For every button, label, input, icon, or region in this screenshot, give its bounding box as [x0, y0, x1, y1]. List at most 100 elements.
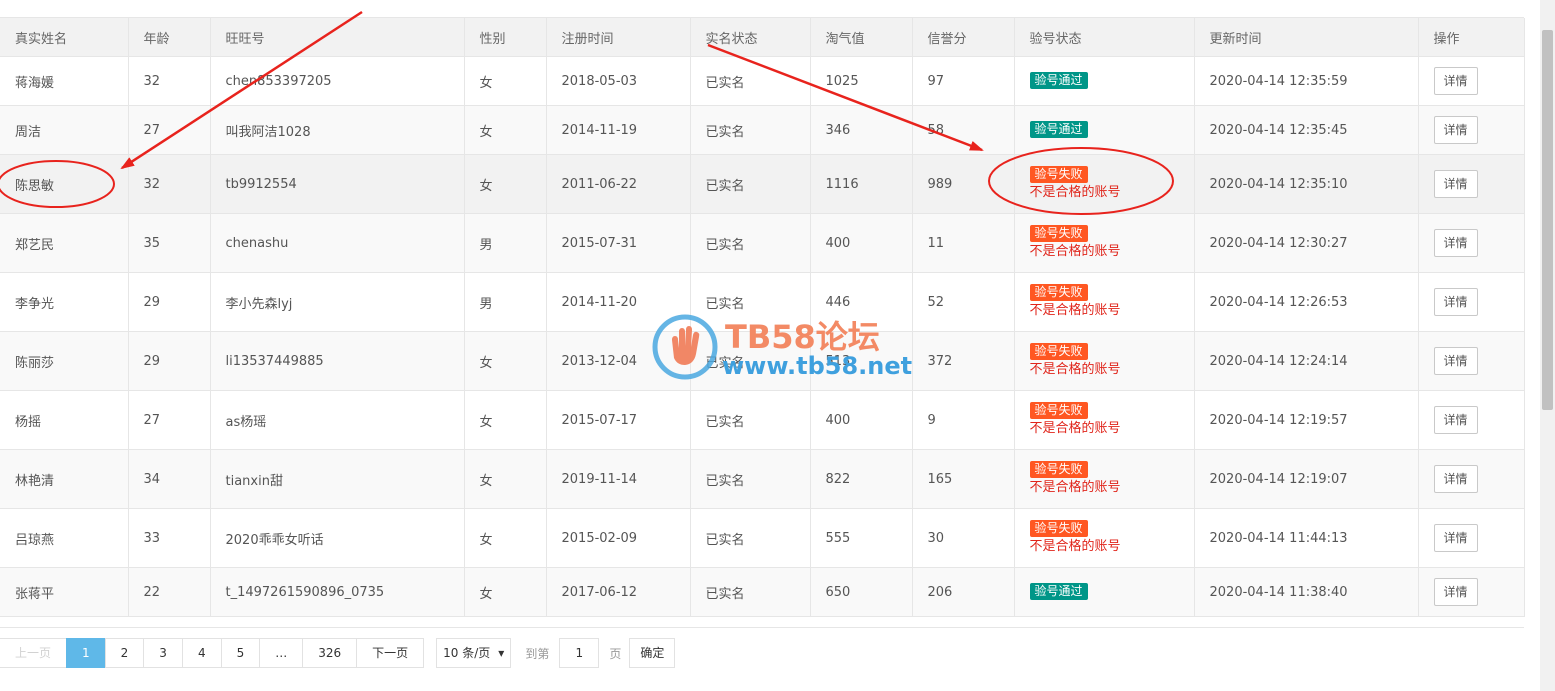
cell-taoqi: 555 — [810, 508, 913, 568]
cell-taoqi: 650 — [810, 567, 913, 617]
cell-name: 吕琼燕 — [0, 508, 129, 568]
cell-name: 李争光 — [0, 272, 129, 332]
table-row[interactable]: 周洁 27 叫我阿洁1028 女 2014-11-19 已实名 346 58 验号通过 2020-… — [0, 105, 1525, 155]
table-row[interactable]: 杨摇 27 as杨瑶女 2015-07-17 已实名 400 9 验号失败 不是合格的账号 202… — [0, 390, 1525, 450]
cell-credit: 165 — [912, 449, 1015, 509]
scrollbar-thumb[interactable] — [1542, 30, 1553, 410]
cell-status: 验号失败不是合格的账号 — [1014, 331, 1195, 391]
cell-action: 详情 — [1418, 331, 1525, 391]
col-header-credit[interactable]: 信誉分 — [912, 18, 1015, 57]
status-badge-fail: 验号失败 — [1029, 166, 1088, 183]
detail-button[interactable]: 详情 — [1433, 347, 1478, 375]
status-fail-reason: 不是合格的账号 — [1029, 362, 1121, 377]
cell-reg-time: 2019-11-14 — [546, 449, 691, 509]
status-badge-fail: 验号失败 — [1029, 343, 1088, 360]
page-button-5[interactable]: 5 — [220, 638, 261, 668]
status-fail-reason: 不是合格的账号 — [1029, 539, 1121, 554]
col-header-real-name[interactable]: 实名状态 — [690, 18, 811, 57]
cell-age: 22 — [128, 567, 211, 617]
status-badge-pass: 验号通过 — [1029, 121, 1088, 138]
detail-button[interactable]: 详情 — [1433, 116, 1478, 144]
cell-wangwang: as杨瑶 — [210, 390, 465, 450]
page-button-3[interactable]: 3 — [143, 638, 183, 668]
cell-credit: 989 — [912, 154, 1015, 214]
page-button-2[interactable]: 2 — [104, 638, 145, 668]
cell-gender: 女 — [464, 56, 547, 106]
cell-taoqi: 400 — [810, 390, 913, 450]
table-row[interactable]: 林艳清 34 tianxin甜女 2019-11-14 已实名 822 165 验号失败 不是合… — [0, 449, 1525, 509]
cell-taoqi: 1025 — [810, 56, 913, 106]
col-header-updated[interactable]: 更新时间 — [1194, 18, 1419, 57]
detail-button[interactable]: 详情 — [1433, 465, 1478, 493]
cell-real-name: 已实名 — [690, 105, 811, 155]
page-size-value: 10 条/页 — [443, 646, 491, 660]
cell-updated: 2020-04-14 12:35:10 — [1194, 154, 1419, 214]
col-header-age[interactable]: 年龄 — [128, 18, 211, 57]
pagination: 上一页 1 2 3 4 5 … 326 下一页 10 条/页 ▾ 到第 1 页 … — [0, 638, 676, 668]
page-button-1[interactable]: 1 — [66, 638, 106, 668]
col-header-status[interactable]: 验号状态 — [1014, 18, 1195, 57]
cell-updated: 2020-04-14 12:35:45 — [1194, 105, 1419, 155]
cell-action: 详情 — [1418, 449, 1525, 509]
col-header-reg-time[interactable]: 注册时间 — [546, 18, 691, 57]
cell-gender: 男 — [464, 213, 547, 273]
page-button-4[interactable]: 4 — [181, 638, 222, 668]
cell-age: 35 — [128, 213, 211, 273]
cell-status: 验号失败 不是合格的账号 — [1014, 390, 1195, 450]
cell-wangwang: li13537449885 — [210, 331, 465, 391]
detail-button[interactable]: 详情 — [1433, 170, 1478, 198]
status-badge-pass: 验号通过 — [1029, 583, 1088, 600]
cell-status: 验号失败 不是合格的账号 — [1014, 213, 1195, 273]
col-header-gender[interactable]: 性别 — [464, 18, 547, 57]
cell-age: 32 — [128, 56, 211, 106]
table-row[interactable]: 陈思敏 32 tb9912554 女 2011-06-22 已实名 1116 989 验号失败不… — [0, 154, 1525, 214]
cell-age: 34 — [128, 449, 211, 509]
detail-button[interactable]: 详情 — [1433, 524, 1478, 552]
status-fail-reason: 不是合格的账号 — [1029, 303, 1121, 318]
cell-gender: 男 — [464, 272, 547, 332]
goto-page-input[interactable]: 1 — [559, 638, 600, 668]
cell-reg-time: 2014-11-19 — [546, 105, 691, 155]
cell-name: 杨摇 — [0, 390, 129, 450]
table-row[interactable]: 吕琼燕 33 2020乖乖女听话女 2015-02-09 已实名 555 30 验号失败 不是合… — [0, 508, 1525, 568]
cell-updated: 2020-04-14 12:30:27 — [1194, 213, 1419, 273]
detail-button[interactable]: 详情 — [1433, 67, 1478, 95]
cell-gender: 女 — [464, 508, 547, 568]
cell-name: 林艳清 — [0, 449, 129, 509]
cell-status: 验号通过 — [1014, 56, 1195, 106]
cell-taoqi: 1116 — [810, 154, 913, 214]
detail-button[interactable]: 详情 — [1433, 406, 1478, 434]
status-badge-fail: 验号失败 — [1029, 520, 1088, 537]
detail-button[interactable]: 详情 — [1433, 229, 1478, 257]
cell-reg-time: 2017-06-12 — [546, 567, 691, 617]
detail-button[interactable]: 详情 — [1433, 578, 1478, 606]
hand-logo-icon — [652, 314, 718, 380]
prev-page-button[interactable]: 上一页 — [0, 638, 68, 668]
table-row[interactable]: 郑艺民 35 chenashu 男 2015-07-31 已实名 400 11 验号失败 不是合格… — [0, 213, 1525, 273]
col-header-action: 操作 — [1418, 18, 1525, 57]
confirm-goto-button[interactable]: 确定 — [629, 638, 676, 668]
table-row[interactable]: 蒋海媛 32 chen853397205 女 2018-05-03 已实名 1025 97 验号… — [0, 56, 1525, 106]
cell-gender: 女 — [464, 331, 547, 391]
cell-wangwang: tb9912554 — [210, 154, 465, 214]
table-row[interactable]: 张蒋平 22 t_1497261590896_0735 女 2017-06-12 已实名 6… — [0, 567, 1525, 617]
page-size-select[interactable]: 10 条/页 ▾ — [436, 638, 512, 668]
status-badge-fail: 验号失败 — [1029, 402, 1088, 419]
cell-real-name: 已实名 — [690, 508, 811, 568]
cell-gender: 女 — [464, 105, 547, 155]
cell-updated: 2020-04-14 12:26:53 — [1194, 272, 1419, 332]
cell-wangwang: 李小先森lyj — [210, 272, 465, 332]
cell-real-name: 已实名 — [690, 567, 811, 617]
cell-gender: 女 — [464, 567, 547, 617]
cell-action: 详情 — [1418, 390, 1525, 450]
detail-button[interactable]: 详情 — [1433, 288, 1478, 316]
cell-action: 详情 — [1418, 272, 1525, 332]
page-button-last[interactable]: 326 — [302, 638, 358, 668]
cell-age: 29 — [128, 331, 211, 391]
col-header-taoqi[interactable]: 淘气值 — [810, 18, 913, 57]
cell-action: 详情 — [1418, 213, 1525, 273]
next-page-button[interactable]: 下一页 — [356, 638, 425, 668]
col-header-name[interactable]: 真实姓名 — [0, 18, 129, 57]
page-ellipsis: … — [259, 638, 304, 668]
col-header-wangwang[interactable]: 旺旺号 — [210, 18, 465, 57]
